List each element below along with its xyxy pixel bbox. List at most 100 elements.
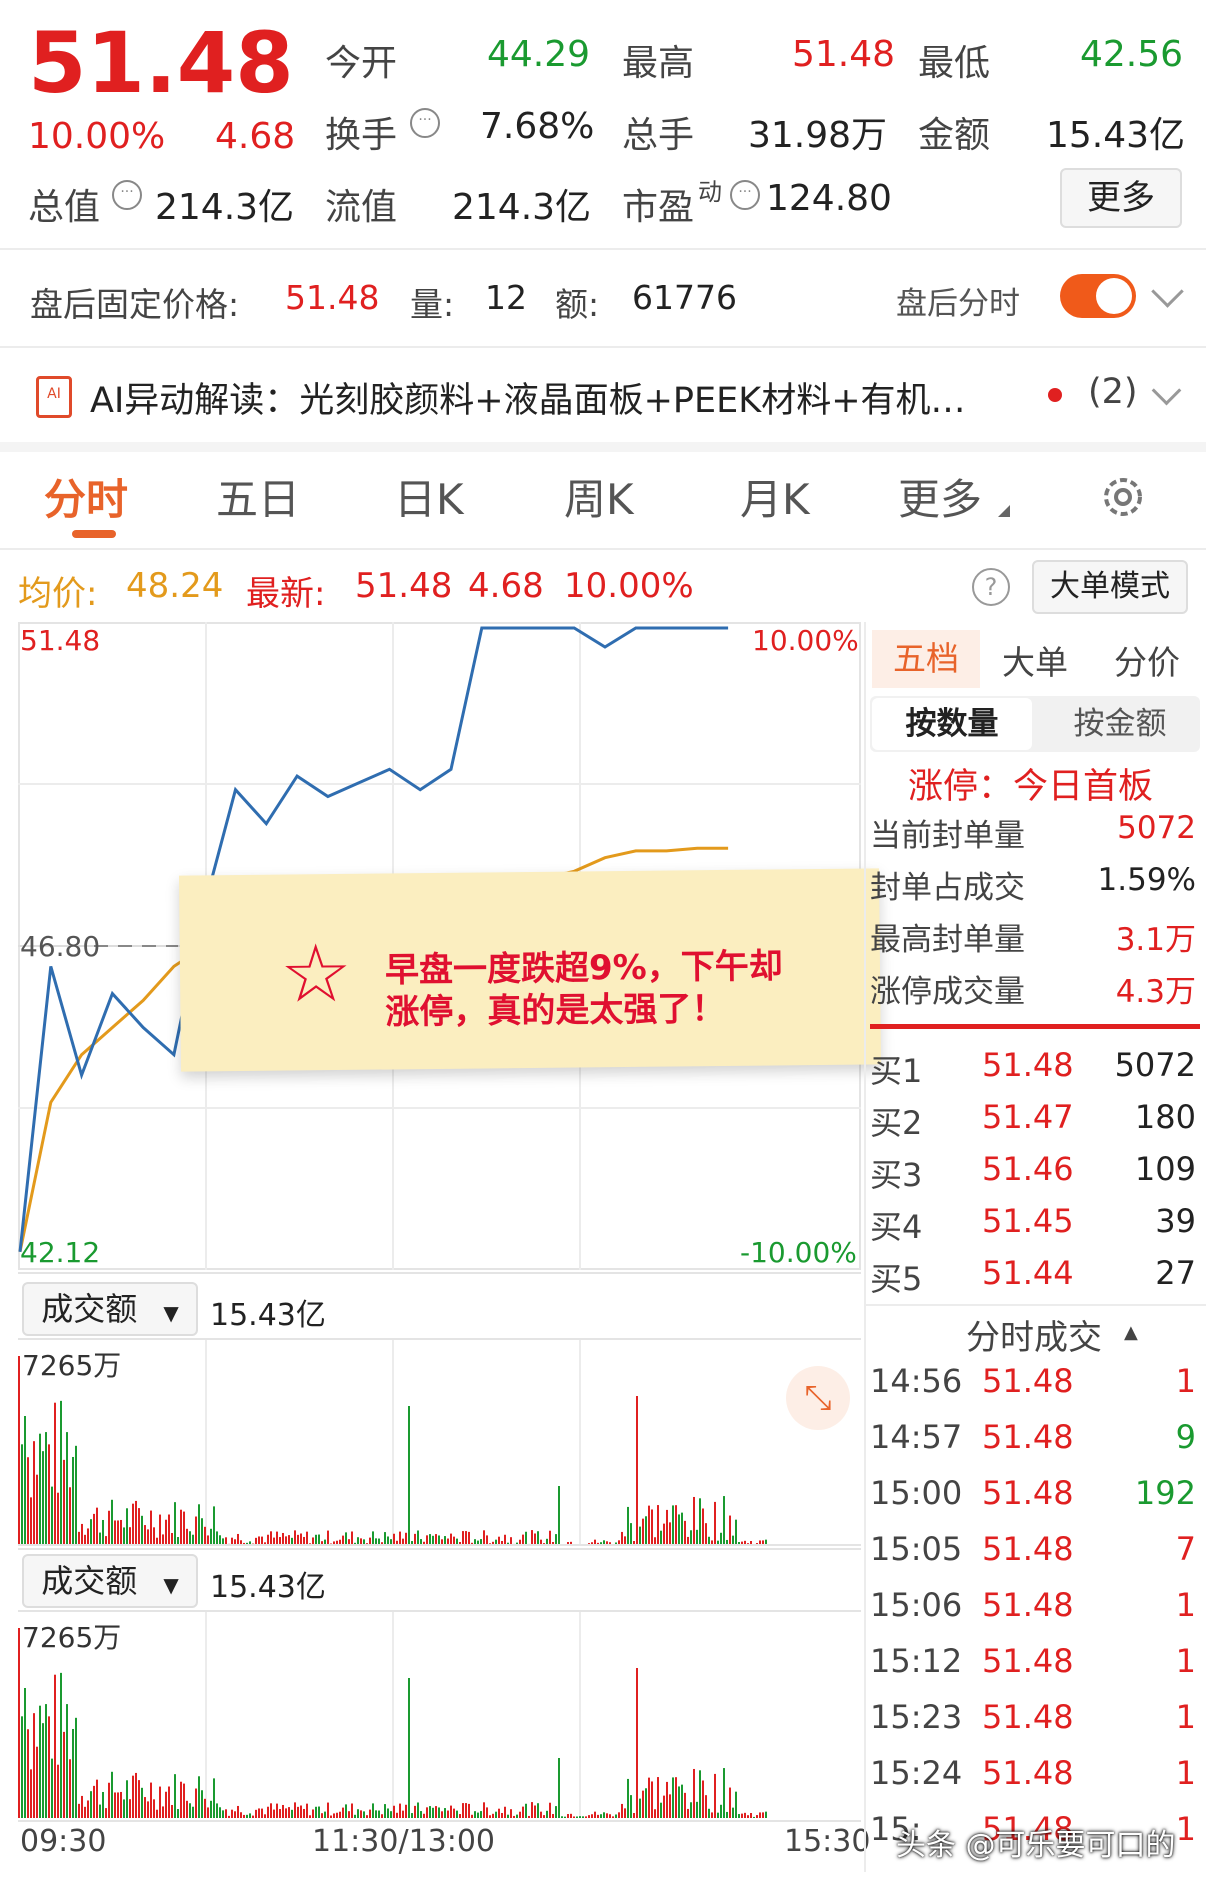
orderbook-tab-big[interactable]: 大单 (1002, 636, 1068, 684)
volume-bar (576, 1816, 578, 1818)
volume-bar (33, 1713, 35, 1818)
tab-day-k[interactable]: 日K (394, 466, 464, 527)
volume-bar (711, 1812, 713, 1818)
volume-bar (627, 1506, 629, 1546)
ai-count: (2) (1088, 372, 1138, 412)
turnover-info-icon[interactable]: ··· (410, 108, 440, 138)
volume-bar (633, 1812, 635, 1818)
volume-bar (276, 1803, 278, 1818)
ai-chevron-down-icon[interactable] (1151, 375, 1182, 406)
more-button[interactable]: 更多 (1060, 168, 1182, 228)
volume-bar (654, 1809, 656, 1818)
volume-bar (735, 1519, 737, 1546)
volume-bar (753, 1816, 755, 1818)
open-label: 今开 (325, 43, 398, 84)
time-start: 09:30 (20, 1824, 107, 1859)
volume-bar (117, 1792, 119, 1818)
volume-bar (747, 1815, 749, 1818)
chevron-down-icon[interactable] (1151, 275, 1184, 308)
mktcap-info-icon[interactable]: ··· (112, 180, 142, 210)
volume-bar (99, 1804, 101, 1818)
tab-month-k[interactable]: 月K (740, 466, 810, 527)
stat-row: 当前封单量 5072 (870, 810, 1200, 862)
volume-bar (168, 1786, 170, 1818)
pe-info-icon[interactable]: ··· (730, 180, 760, 210)
volume-bar (705, 1523, 707, 1546)
volume-selector-2[interactable]: 成交额 ▼ (22, 1554, 198, 1608)
volume-bar (585, 1816, 587, 1818)
volume-bar (57, 1492, 59, 1546)
bid-label: 买5 (870, 1260, 923, 1298)
volume-bar (528, 1815, 530, 1818)
volume-bar (669, 1522, 671, 1546)
volume-bar (396, 1812, 398, 1818)
subtab-by-amount[interactable]: 按金额 (1050, 698, 1190, 750)
volume-selector-1[interactable]: 成交额 ▼ (22, 1282, 198, 1336)
stat-row: 涨停成交量 4.3万 (870, 966, 1200, 1018)
volume-bar (606, 1813, 608, 1818)
tab-timeshare[interactable]: 分时 (44, 466, 128, 527)
volume-bar (48, 1716, 50, 1818)
volume-panel-2: 成交额 ▼ 15.43亿 7265万 (18, 1544, 861, 1822)
ai-interpretation-text[interactable]: AI异动解读：光刻胶颜料+液晶面板+PEEK材料+有机… (90, 372, 966, 423)
volume-bar (483, 1802, 485, 1818)
volume-bar (207, 1807, 209, 1818)
volume-bar (114, 1520, 116, 1546)
high-value: 51.48 (792, 34, 896, 75)
volume-bar (213, 1778, 215, 1818)
volume-bar (627, 1778, 629, 1818)
volume-bar (183, 1511, 185, 1546)
volume-bar (423, 1813, 425, 1818)
volume-bar (108, 1782, 110, 1818)
volume-bar (51, 1486, 53, 1546)
orderbook-tab-price[interactable]: 分价 (1114, 636, 1180, 684)
volume-bar (72, 1728, 74, 1818)
annotation-note: ☆ 早盘一度跌超9%，下午却涨停，真的是太强了！ (178, 868, 882, 1072)
volume-bar (408, 1678, 410, 1818)
afterhours-amt-label: 额: (555, 285, 600, 324)
sort-up-icon[interactable]: ▲ (1124, 1322, 1138, 1343)
volume-bar (36, 1474, 38, 1546)
afterhours-toggle[interactable] (1060, 274, 1136, 318)
trade-volume: 9 (1175, 1418, 1196, 1456)
orderbook-tab-five[interactable]: 五档 (872, 630, 980, 688)
trades-title[interactable]: 分时成交 (966, 1310, 1102, 1359)
trade-price: 51.48 (982, 1474, 1074, 1512)
volume-bar (141, 1787, 143, 1818)
help-icon[interactable]: ? (972, 568, 1010, 606)
volume-bar (588, 1815, 590, 1818)
volume-bar (732, 1807, 734, 1818)
tab-week-k[interactable]: 周K (564, 466, 634, 527)
tab-five-day[interactable]: 五日 (216, 466, 300, 527)
volume-bar (42, 1723, 44, 1818)
volume-bar (699, 1498, 701, 1546)
volume-bar (87, 1800, 89, 1818)
subtab-by-qty[interactable]: 按数量 (872, 698, 1032, 750)
y-bottom-pct: -10.00% (740, 1236, 857, 1269)
volume-bar (69, 1759, 71, 1818)
tab-more[interactable]: 更多 (898, 466, 982, 527)
volume-bar (504, 1806, 506, 1818)
volume-bar (447, 1810, 449, 1818)
volume-bar (402, 1810, 404, 1818)
bid-price: 51.48 (982, 1046, 1074, 1084)
volume-bar (261, 1808, 263, 1818)
volume-bar (543, 1815, 545, 1818)
avg-value: 48.24 (126, 566, 224, 606)
volume-bar (678, 1514, 680, 1546)
expand-icon[interactable]: ⤡ (786, 1366, 850, 1430)
volume-bar (618, 1812, 620, 1818)
ai-report-icon: AI (36, 376, 72, 418)
high-label: 最高 (622, 43, 695, 84)
volume-bar (471, 1814, 473, 1818)
settings-gear-icon[interactable] (1098, 472, 1148, 526)
volume-bar (411, 1813, 413, 1818)
volume-bar (390, 1811, 392, 1818)
volume-bar (180, 1509, 182, 1546)
big-order-mode-button[interactable]: 大单模式 (1032, 560, 1188, 614)
volume-bar (138, 1780, 140, 1818)
trade-volume: 1 (1175, 1586, 1196, 1624)
stat-label: 当前封单量 (870, 818, 1025, 854)
volume-bar (348, 1811, 350, 1818)
volume-bar (57, 1764, 59, 1818)
